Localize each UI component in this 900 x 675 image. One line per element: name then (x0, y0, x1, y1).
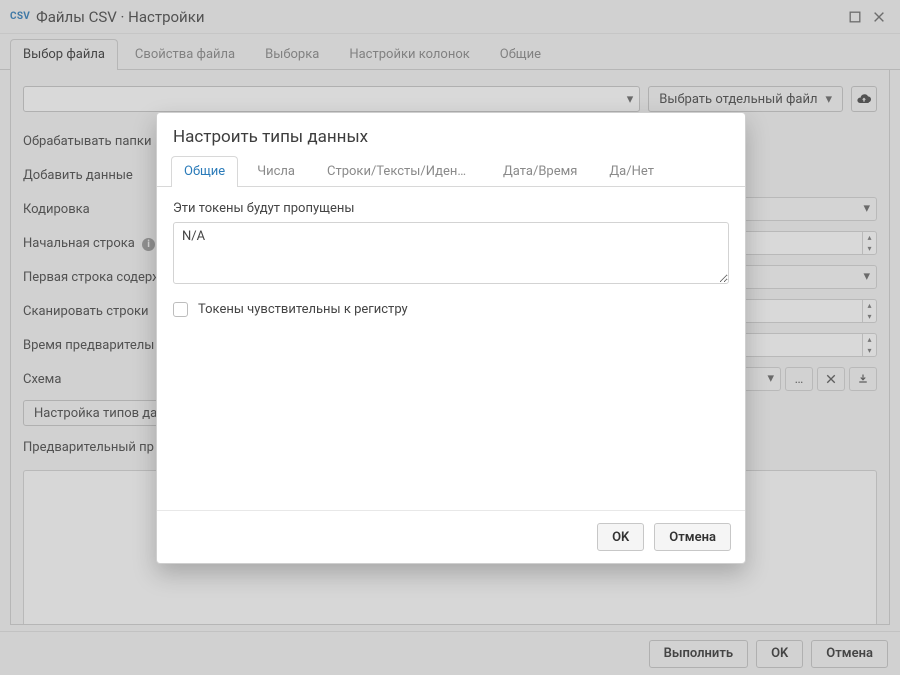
modal-tab-boolean[interactable]: Да/Нет (596, 156, 667, 187)
modal-tabstrip: Общие Числа Строки/Тексты/Идентифик... Д… (157, 155, 745, 187)
modal-tab-numbers[interactable]: Числа (244, 156, 308, 187)
modal-cancel-button[interactable]: Отмена (654, 523, 731, 551)
modal-tab-datetime[interactable]: Дата/Время (490, 156, 590, 187)
modal-body: Эти токены будут пропущены Токены чувств… (157, 187, 745, 510)
modal-ok-button[interactable]: OK (597, 523, 644, 551)
modal-footer: OK Отмена (157, 510, 745, 563)
modal-tab-general[interactable]: Общие (171, 156, 238, 187)
case-sensitive-label: Токены чувствительны к регистру (198, 302, 408, 317)
settings-window: CSV Файлы CSV · Настройки Выбор файла Св… (0, 0, 900, 675)
tokens-label: Эти токены будут пропущены (173, 201, 729, 216)
skip-tokens-input[interactable] (173, 222, 729, 284)
modal-tab-strings[interactable]: Строки/Тексты/Идентифик... (314, 156, 484, 187)
case-sensitive-checkbox[interactable] (173, 302, 188, 317)
data-types-modal: Настроить типы данных Общие Числа Строки… (156, 112, 746, 564)
modal-title: Настроить типы данных (157, 113, 745, 155)
